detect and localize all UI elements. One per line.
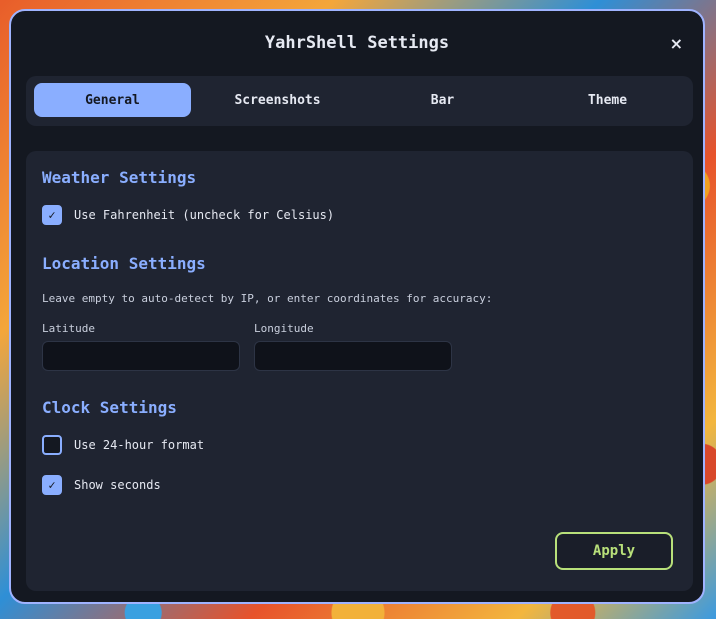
latitude-label: Latitude bbox=[42, 322, 95, 335]
fahrenheit-label: Use Fahrenheit (uncheck for Celsius) bbox=[74, 208, 335, 222]
show-seconds-option[interactable]: ✓ Show seconds bbox=[42, 475, 161, 495]
location-settings-heading: Location Settings bbox=[42, 254, 206, 273]
show-seconds-label: Show seconds bbox=[74, 478, 161, 492]
tab-theme[interactable]: Theme bbox=[529, 83, 686, 117]
show-seconds-checkbox[interactable]: ✓ bbox=[42, 475, 62, 495]
apply-button[interactable]: Apply bbox=[555, 532, 673, 570]
tab-bar: General Screenshots Bar Theme bbox=[26, 76, 693, 126]
24-hour-checkbox[interactable] bbox=[42, 435, 62, 455]
settings-window: YahrShell Settings × General Screenshots… bbox=[9, 9, 705, 604]
longitude-input[interactable] bbox=[254, 341, 452, 371]
longitude-label: Longitude bbox=[254, 322, 314, 335]
tab-bar-settings[interactable]: Bar bbox=[364, 83, 521, 117]
general-panel: Weather Settings ✓ Use Fahrenheit (unche… bbox=[26, 151, 693, 591]
fahrenheit-option[interactable]: ✓ Use Fahrenheit (uncheck for Celsius) bbox=[42, 205, 334, 225]
latitude-input[interactable] bbox=[42, 341, 240, 371]
tab-general[interactable]: General bbox=[34, 83, 191, 117]
close-icon[interactable]: × bbox=[670, 35, 683, 53]
weather-settings-heading: Weather Settings bbox=[42, 168, 197, 187]
tab-screenshots[interactable]: Screenshots bbox=[199, 83, 356, 117]
fahrenheit-checkbox[interactable]: ✓ bbox=[42, 205, 62, 225]
24-hour-option[interactable]: Use 24-hour format bbox=[42, 435, 204, 455]
24-hour-label: Use 24-hour format bbox=[74, 438, 205, 452]
clock-settings-heading: Clock Settings bbox=[42, 398, 177, 417]
window-title: YahrShell Settings bbox=[264, 33, 450, 53]
location-note: Leave empty to auto-detect by IP, or ent… bbox=[42, 292, 493, 305]
